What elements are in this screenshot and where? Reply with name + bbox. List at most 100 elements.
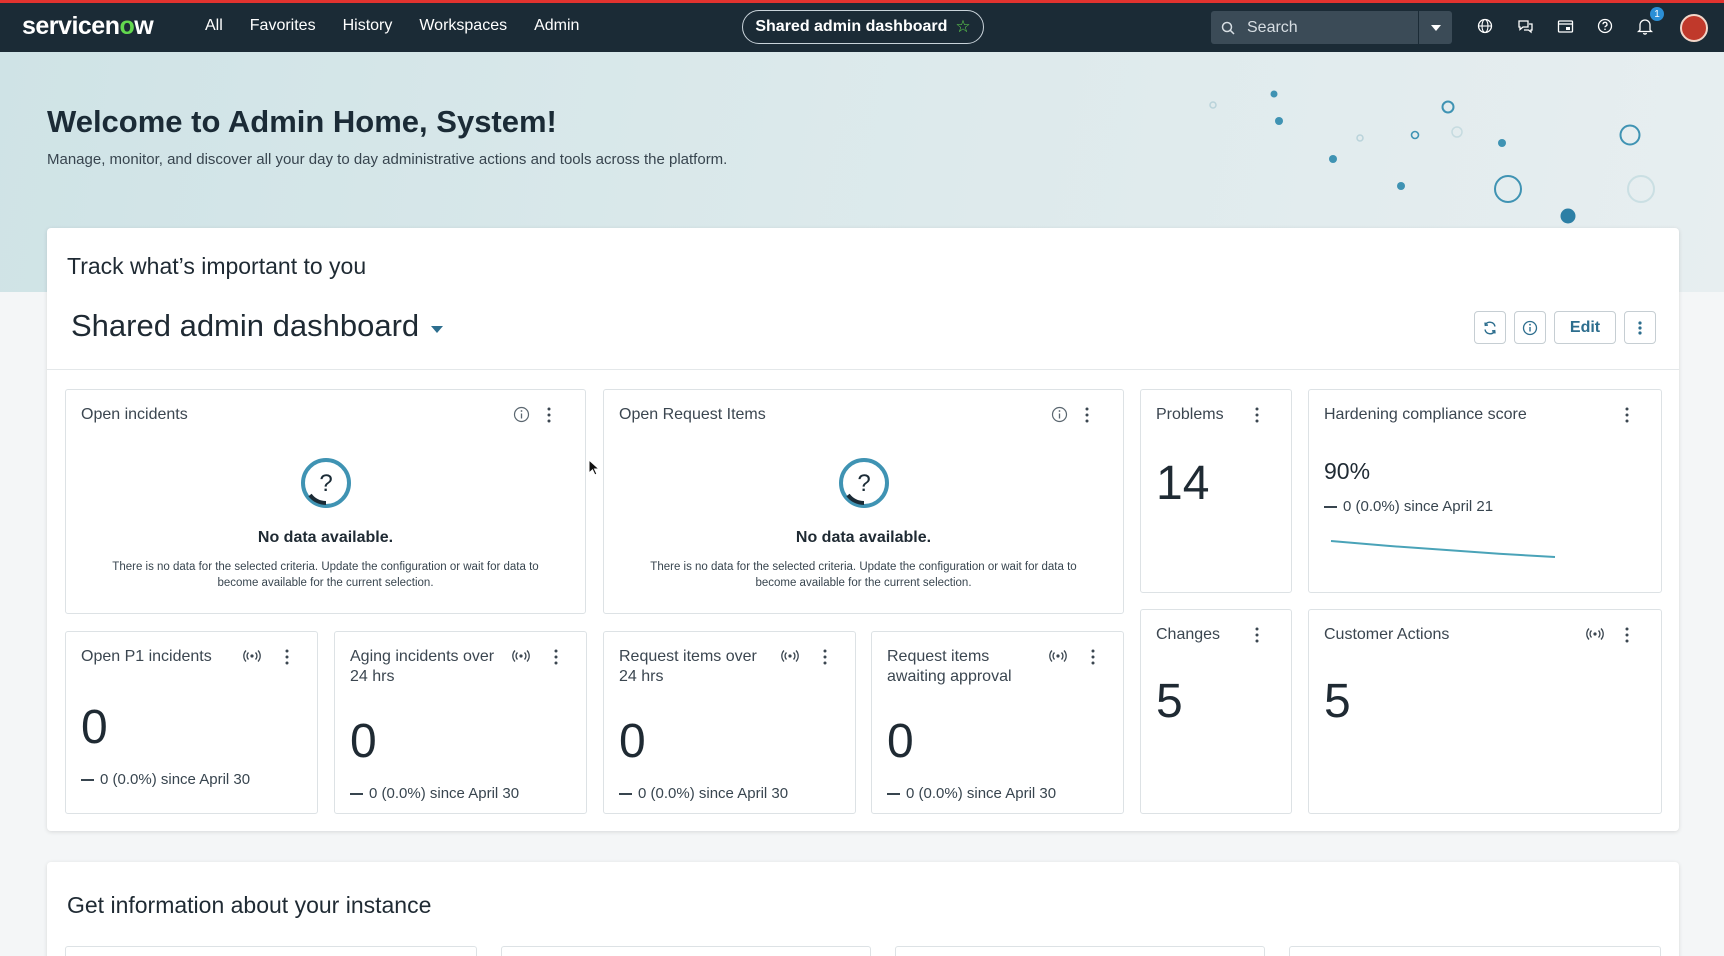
widget-title: Request items over 24 hrs	[619, 648, 757, 685]
caret-down-icon	[431, 325, 444, 333]
context-pill-button[interactable]: Shared admin dashboard ☆	[742, 10, 984, 44]
info-icon[interactable]	[513, 406, 530, 423]
broadcast-icon	[243, 650, 261, 662]
workspace-icon[interactable]	[1554, 15, 1576, 37]
info-tile[interactable]	[65, 946, 477, 956]
nav-favorites[interactable]: Favorites	[250, 17, 316, 35]
widget-title: Request items awaiting approval	[887, 648, 1012, 685]
notification-count-badge: 1	[1650, 7, 1664, 21]
broadcast-icon	[1586, 628, 1604, 640]
context-pill-label: Shared admin dashboard	[755, 18, 948, 35]
mouse-cursor-icon	[588, 459, 600, 476]
nav-history[interactable]: History	[343, 17, 393, 35]
more-vertical-icon[interactable]	[1084, 406, 1090, 424]
widget-title: Open P1 incidents	[81, 648, 212, 665]
widget-title: Customer Actions	[1324, 626, 1450, 643]
change-since: since April 30	[966, 785, 1057, 802]
info-button[interactable]	[1514, 311, 1546, 344]
change-value: 0 (0.0%)	[1343, 498, 1400, 515]
global-search[interactable]: Search	[1211, 11, 1452, 44]
more-vertical-icon[interactable]	[1624, 626, 1630, 644]
trend-neutral-icon	[81, 779, 94, 781]
user-avatar[interactable]	[1680, 14, 1708, 42]
widget-aging-incidents[interactable]: Aging incidents over 24 hrs 0 0 (0.0%) s…	[334, 631, 587, 814]
refresh-button[interactable]	[1474, 311, 1506, 344]
more-vertical-icon[interactable]	[822, 648, 828, 666]
more-vertical-icon[interactable]	[284, 648, 290, 666]
change-value: 0 (0.0%)	[638, 785, 695, 802]
widget-problems[interactable]: Problems 14	[1140, 389, 1292, 593]
broadcast-icon	[1049, 650, 1067, 662]
widget-hardening-compliance[interactable]: Hardening compliance score 90% 0 (0.0%) …	[1308, 389, 1662, 593]
info-tile[interactable]	[501, 946, 871, 956]
more-vertical-icon[interactable]	[546, 406, 552, 424]
metric-change: 0 (0.0%) since April 30	[619, 785, 788, 802]
logo-text-prefix: servicen	[22, 12, 120, 40]
metric-value: 0	[887, 715, 914, 768]
more-vertical-icon[interactable]	[553, 648, 559, 666]
nav-workspaces[interactable]: Workspaces	[419, 17, 507, 35]
metric-value: 90%	[1324, 458, 1371, 484]
widget-changes[interactable]: Changes 5	[1140, 609, 1292, 814]
more-vertical-icon[interactable]	[1624, 406, 1630, 424]
section-heading: Get information about your instance	[67, 892, 432, 918]
change-value: 0 (0.0%)	[100, 771, 157, 788]
notifications-bell-icon[interactable]: 1	[1634, 7, 1664, 37]
chat-icon[interactable]	[1514, 15, 1536, 37]
metric-value: 0	[81, 701, 108, 754]
widget-request-items-awaiting-approval[interactable]: Request items awaiting approval 0 0 (0.0…	[871, 631, 1124, 814]
svg-text:?: ?	[857, 470, 870, 497]
info-icon[interactable]	[1051, 406, 1068, 423]
instance-info-card: Get information about your instance	[47, 862, 1679, 956]
widget-request-items-over-24[interactable]: Request items over 24 hrs 0 0 (0.0%) sin…	[603, 631, 856, 814]
info-icon	[1522, 320, 1538, 335]
nav-admin[interactable]: Admin	[534, 17, 579, 35]
dashboard-selector[interactable]: Shared admin dashboard	[71, 308, 444, 344]
trend-neutral-icon	[1324, 506, 1337, 508]
search-scope-dropdown[interactable]	[1418, 11, 1452, 44]
section-heading: Track what’s important to you	[67, 253, 367, 279]
globe-icon[interactable]	[1474, 15, 1496, 37]
widget-open-incidents: Open incidents ? No data available. Ther…	[65, 389, 586, 614]
change-value: 0 (0.0%)	[369, 785, 426, 802]
search-icon	[1221, 21, 1235, 35]
trend-sparkline	[1330, 540, 1556, 558]
change-since: since April 30	[429, 785, 520, 802]
search-placeholder: Search	[1247, 18, 1298, 36]
widget-title: Problems	[1156, 406, 1224, 423]
logo-text-o: o	[119, 12, 135, 40]
change-since: since April 21	[1403, 498, 1494, 515]
change-value: 0 (0.0%)	[906, 785, 963, 802]
more-vertical-icon[interactable]	[1254, 626, 1260, 644]
no-data-description: There is no data for the selected criter…	[112, 561, 539, 589]
metric-change: 0 (0.0%) since April 30	[81, 771, 250, 788]
sparkline-path	[1330, 540, 1556, 558]
info-tile[interactable]	[895, 946, 1265, 956]
help-icon[interactable]	[1594, 15, 1616, 37]
change-since: since April 30	[160, 771, 251, 788]
metric-change: 0 (0.0%) since April 30	[350, 785, 519, 802]
welcome-title: Welcome to Admin Home, System!	[47, 104, 557, 139]
widget-title: Changes	[1156, 626, 1221, 643]
info-tile[interactable]	[1289, 946, 1661, 956]
svg-text:?: ?	[319, 470, 332, 497]
dashboard-card: Track what’s important to you Shared adm…	[47, 228, 1679, 831]
more-options-button[interactable]	[1624, 311, 1656, 344]
trend-neutral-icon	[887, 793, 900, 795]
header-divider	[47, 369, 1679, 370]
welcome-subtitle: Manage, monitor, and discover all your d…	[47, 151, 728, 168]
main-menu: All Favorites History Workspaces Admin	[205, 17, 579, 35]
broadcast-icon	[781, 650, 799, 662]
metric-value: 14	[1156, 457, 1210, 510]
servicenow-logo[interactable]: servicenow	[22, 12, 154, 41]
widget-open-p1-incidents[interactable]: Open P1 incidents 0 0 (0.0%) since April…	[65, 631, 318, 814]
no-data-title: No data available.	[257, 529, 394, 546]
edit-button[interactable]: Edit	[1554, 311, 1616, 344]
widget-customer-actions[interactable]: Customer Actions 5	[1308, 609, 1662, 814]
more-vertical-icon[interactable]	[1254, 406, 1260, 424]
more-vertical-icon[interactable]	[1090, 648, 1096, 666]
nav-all[interactable]: All	[205, 17, 223, 35]
change-since: since April 30	[698, 785, 789, 802]
favorite-star-icon[interactable]: ☆	[955, 17, 970, 37]
refresh-icon	[1484, 321, 1496, 334]
